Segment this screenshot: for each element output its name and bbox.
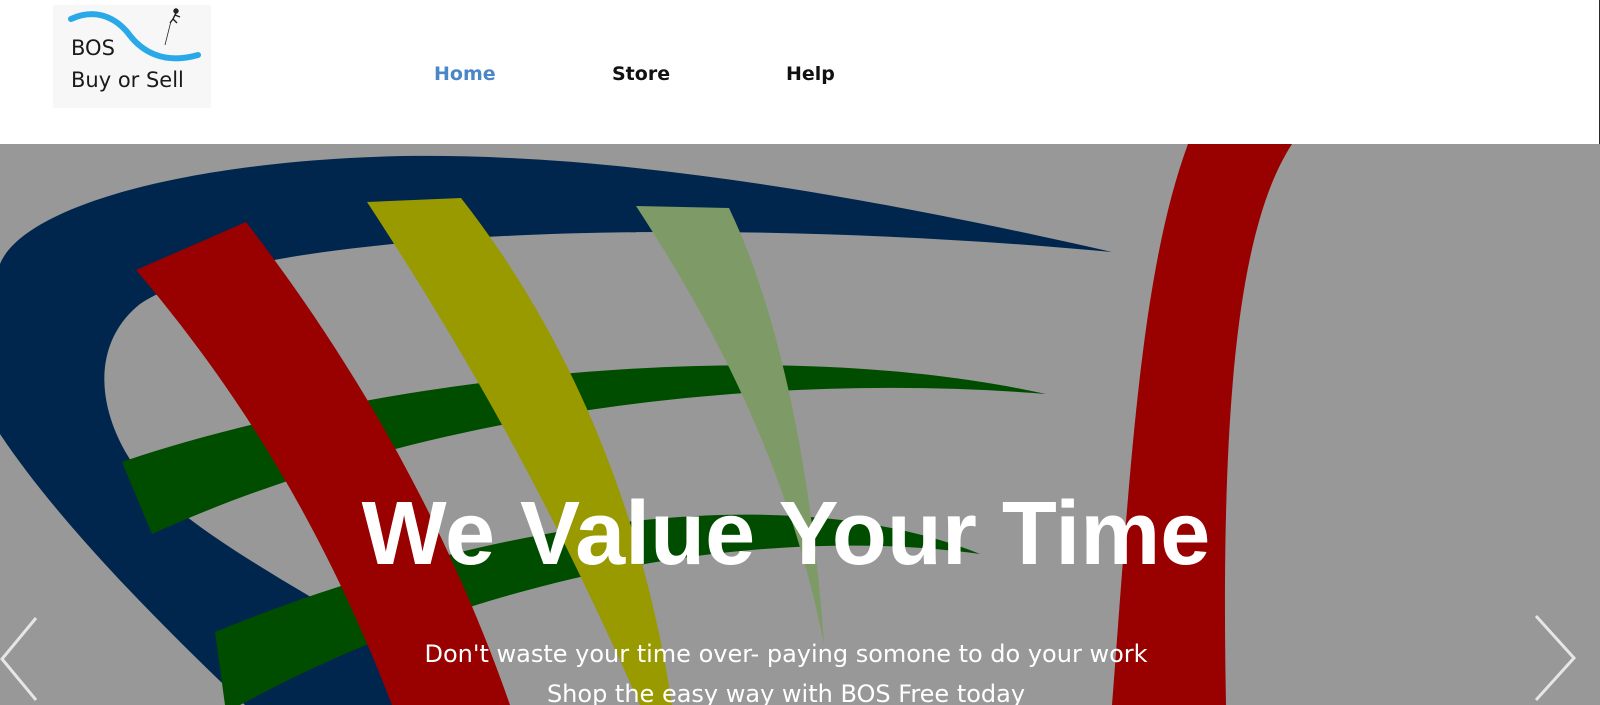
site-header: BOS Buy or Sell Home Store Help xyxy=(0,0,1600,144)
shopping-cart-graphic-icon xyxy=(0,144,1292,705)
logo-text-buy-or-sell: Buy or Sell xyxy=(71,68,184,92)
chevron-right-icon xyxy=(1534,614,1577,702)
site-logo[interactable]: BOS Buy or Sell xyxy=(53,5,211,108)
chevron-left-icon xyxy=(0,617,38,701)
hero-title: We Value Your Time xyxy=(361,484,1211,584)
carousel-next-button[interactable] xyxy=(1530,612,1580,705)
nav-help[interactable]: Help xyxy=(786,62,835,86)
nav-store[interactable]: Store xyxy=(612,62,670,86)
logo-text-bos: BOS xyxy=(71,36,115,60)
page: BOS Buy or Sell Home Store Help We Value… xyxy=(0,0,1600,705)
hero-subtitle-line1: Don't waste your time over- paying somon… xyxy=(424,640,1148,668)
hero-banner: We Value Your Time Don't waste your time… xyxy=(0,144,1600,705)
carousel-prev-button[interactable] xyxy=(0,614,42,705)
hero-subtitle-line2: Shop the easy way with BOS Free today xyxy=(546,680,1026,705)
nav-home[interactable]: Home xyxy=(434,62,496,86)
